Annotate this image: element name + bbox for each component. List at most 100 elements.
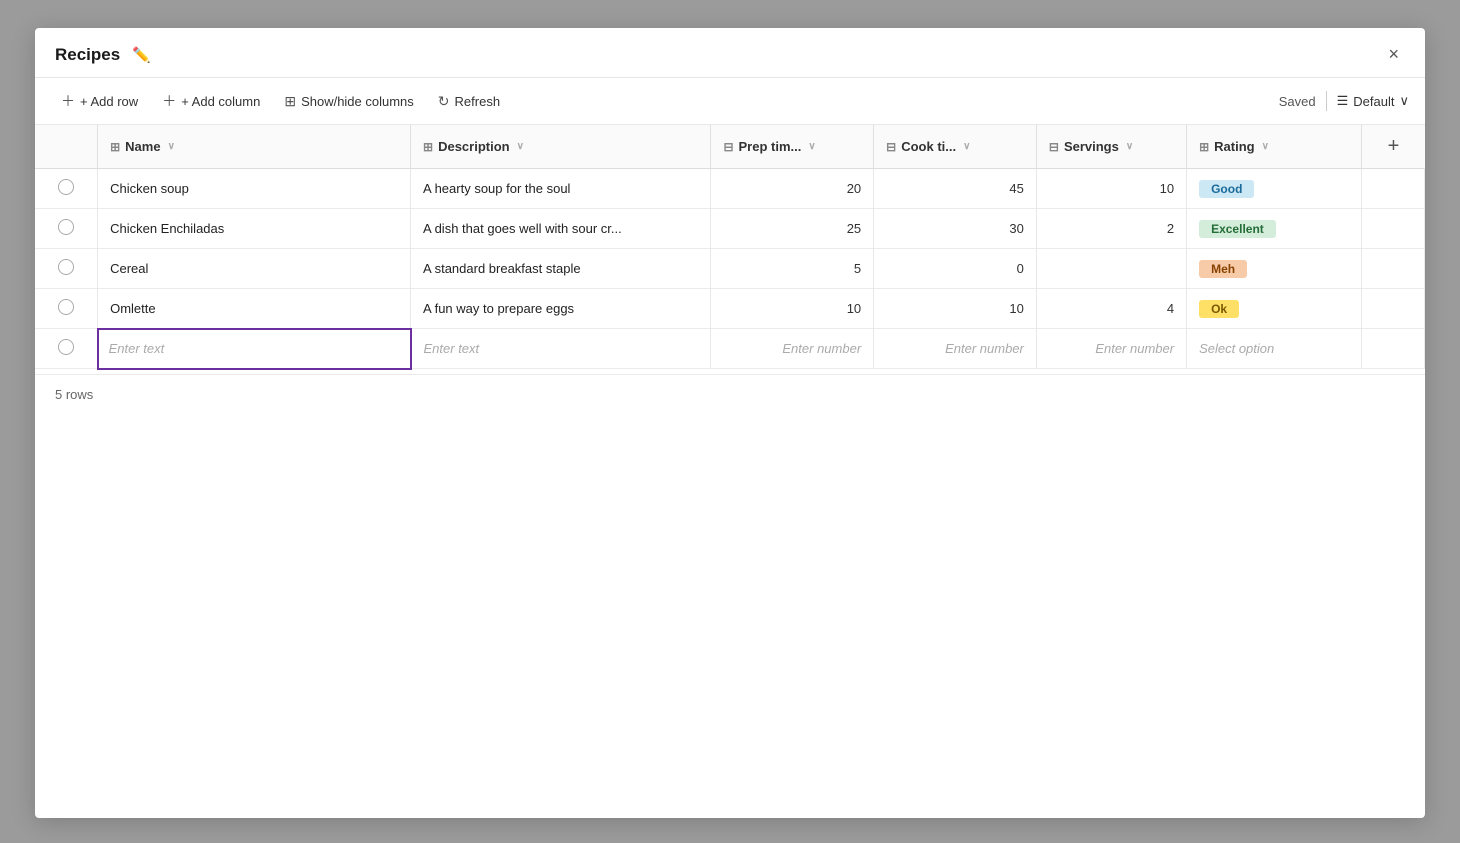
cook-sort-icon: ∨: [963, 141, 970, 152]
row-serv-cell[interactable]: 2: [1036, 209, 1186, 249]
new-row[interactable]: Enter text Enter text Enter number Enter…: [35, 329, 1425, 369]
modal-title: Recipes: [55, 45, 120, 65]
desc-sort-icon: ∨: [517, 141, 524, 152]
table-row[interactable]: Chicken soup A hearty soup for the soul …: [35, 169, 1425, 209]
row-checkbox-cell[interactable]: [35, 169, 98, 209]
row-radio-3[interactable]: [58, 299, 74, 315]
toolbar: ＋ + Add row ＋ + Add column ⊞ Show/hide c…: [35, 78, 1425, 125]
row-rating-cell[interactable]: Ok: [1187, 289, 1362, 329]
row-cook-cell[interactable]: 10: [874, 289, 1037, 329]
row-prep-cell[interactable]: 10: [711, 289, 874, 329]
th-prep-time[interactable]: ⊟ Prep tim... ∨: [711, 125, 874, 169]
row-serv-cell[interactable]: [1036, 249, 1186, 289]
saved-label: Saved: [1279, 94, 1316, 109]
table-container: ⊞ Name ∨ ⊞ Description ∨: [35, 125, 1425, 370]
row-serv-cell[interactable]: 10: [1036, 169, 1186, 209]
name-col-icon: ⊞: [110, 140, 120, 154]
add-column-plus-button[interactable]: +: [1384, 135, 1404, 158]
new-row-prep-cell[interactable]: Enter number: [711, 329, 874, 369]
table-footer: 5 rows: [35, 374, 1425, 414]
toolbar-right: Saved ☰ Default ∨: [1279, 91, 1409, 111]
modal: Recipes ✏️ × ＋ + Add row ＋ + Add column …: [35, 28, 1425, 818]
row-name-cell[interactable]: Cereal: [98, 249, 411, 289]
row-cook-cell[interactable]: 30: [874, 209, 1037, 249]
row-rating-cell[interactable]: Good: [1187, 169, 1362, 209]
new-row-cook-cell[interactable]: Enter number: [874, 329, 1037, 369]
add-row-button[interactable]: ＋ + Add row: [51, 86, 148, 116]
chevron-down-icon: ∨: [1399, 93, 1409, 109]
row-extra-cell: [1362, 289, 1425, 329]
rating-badge: Ok: [1199, 300, 1239, 318]
cook-col-icon: ⊟: [886, 140, 896, 154]
add-column-button[interactable]: ＋ + Add column: [152, 86, 270, 116]
modal-overlay: Recipes ✏️ × ＋ + Add row ＋ + Add column …: [0, 0, 1460, 843]
plus-icon: ＋: [61, 91, 75, 111]
plus-col-icon: ＋: [162, 91, 176, 111]
rating-badge: Good: [1199, 180, 1254, 198]
row-rating-cell[interactable]: Meh: [1187, 249, 1362, 289]
show-hide-button[interactable]: ⊞ Show/hide columns: [274, 88, 423, 115]
row-checkbox-cell[interactable]: [35, 209, 98, 249]
new-row-serv-cell[interactable]: Enter number: [1036, 329, 1186, 369]
row-checkbox-cell[interactable]: [35, 289, 98, 329]
new-row-desc-cell[interactable]: Enter text: [411, 329, 711, 369]
row-rating-cell[interactable]: Excellent: [1187, 209, 1362, 249]
table-row[interactable]: Omlette A fun way to prepare eggs 10 10 …: [35, 289, 1425, 329]
rating-badge: Meh: [1199, 260, 1247, 278]
serv-col-icon: ⊟: [1049, 140, 1059, 154]
row-name-cell[interactable]: Omlette: [98, 289, 411, 329]
row-cook-cell[interactable]: 0: [874, 249, 1037, 289]
new-row-checkbox[interactable]: [35, 329, 98, 369]
th-cook-time[interactable]: ⊟ Cook ti... ∨: [874, 125, 1037, 169]
list-view-icon: ☰: [1337, 93, 1349, 109]
new-row-radio[interactable]: [58, 339, 74, 355]
columns-icon: ⊞: [284, 93, 296, 110]
row-serv-cell[interactable]: 4: [1036, 289, 1186, 329]
row-checkbox-cell[interactable]: [35, 249, 98, 289]
refresh-icon: ↻: [438, 93, 450, 110]
row-prep-cell[interactable]: 20: [711, 169, 874, 209]
default-view-button[interactable]: ☰ Default ∨: [1337, 93, 1409, 109]
row-cook-cell[interactable]: 45: [874, 169, 1037, 209]
new-row-name-cell[interactable]: Enter text: [98, 329, 411, 369]
rating-sort-icon: ∨: [1262, 141, 1269, 152]
row-desc-cell[interactable]: A fun way to prepare eggs: [411, 289, 711, 329]
new-row-extra-cell: [1362, 329, 1425, 369]
row-count-label: 5 rows: [55, 387, 93, 402]
row-radio-0[interactable]: [58, 179, 74, 195]
row-name-cell[interactable]: Chicken soup: [98, 169, 411, 209]
row-prep-cell[interactable]: 25: [711, 209, 874, 249]
new-row-rating-cell[interactable]: Select option: [1187, 329, 1362, 369]
table-row[interactable]: Chicken Enchiladas A dish that goes well…: [35, 209, 1425, 249]
modal-header: Recipes ✏️ ×: [35, 28, 1425, 78]
row-extra-cell: [1362, 209, 1425, 249]
th-description[interactable]: ⊞ Description ∨: [411, 125, 711, 169]
prep-sort-icon: ∨: [808, 141, 815, 152]
th-name[interactable]: ⊞ Name ∨: [98, 125, 411, 169]
table-header-row: ⊞ Name ∨ ⊞ Description ∨: [35, 125, 1425, 169]
toolbar-divider: [1326, 91, 1327, 111]
rating-badge: Excellent: [1199, 220, 1276, 238]
refresh-button[interactable]: ↻ Refresh: [428, 88, 510, 115]
row-desc-cell[interactable]: A hearty soup for the soul: [411, 169, 711, 209]
edit-icon[interactable]: ✏️: [132, 46, 151, 64]
row-name-cell[interactable]: Chicken Enchiladas: [98, 209, 411, 249]
close-button[interactable]: ×: [1382, 42, 1405, 67]
recipes-table: ⊞ Name ∨ ⊞ Description ∨: [35, 125, 1425, 370]
desc-col-icon: ⊞: [423, 140, 433, 154]
name-sort-icon: ∨: [168, 141, 175, 152]
table-row[interactable]: Cereal A standard breakfast staple 5 0 M…: [35, 249, 1425, 289]
row-radio-1[interactable]: [58, 219, 74, 235]
row-extra-cell: [1362, 249, 1425, 289]
row-desc-cell[interactable]: A dish that goes well with sour cr...: [411, 209, 711, 249]
th-add-column[interactable]: +: [1362, 125, 1425, 169]
row-desc-cell[interactable]: A standard breakfast staple: [411, 249, 711, 289]
th-servings[interactable]: ⊟ Servings ∨: [1036, 125, 1186, 169]
prep-col-icon: ⊟: [723, 140, 733, 154]
th-checkbox: [35, 125, 98, 169]
row-radio-2[interactable]: [58, 259, 74, 275]
serv-sort-icon: ∨: [1126, 141, 1133, 152]
th-rating[interactable]: ⊞ Rating ∨: [1187, 125, 1362, 169]
rating-col-icon: ⊞: [1199, 140, 1209, 154]
row-prep-cell[interactable]: 5: [711, 249, 874, 289]
